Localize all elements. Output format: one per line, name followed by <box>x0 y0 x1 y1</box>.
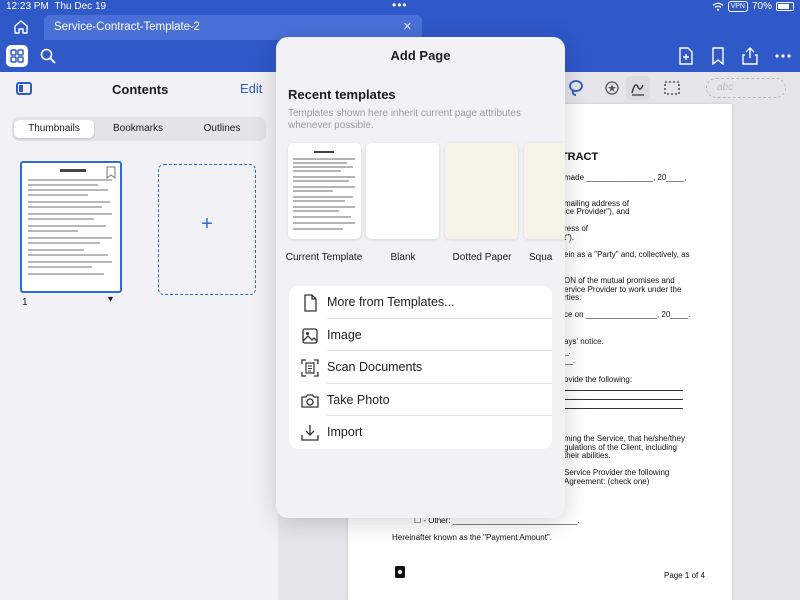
sidebar-segmented-control: Thumbnails Bookmarks Outlines <box>12 117 266 141</box>
doc-line: Agreement: (check one) <box>564 477 650 486</box>
template-blank[interactable] <box>366 143 439 239</box>
scan-icon <box>301 359 319 377</box>
battery-icon <box>776 2 794 11</box>
doc-line: ein as a "Party" and, collectively, as <box>564 250 690 259</box>
doc-line: _. <box>564 347 571 356</box>
doc-line: ice Provider"), and <box>564 207 630 216</box>
doc-line: ervice Provider to work under the <box>564 285 682 294</box>
status-time: 12:23 PM Thu Dec 19 <box>6 1 107 12</box>
page-footer: Page 1 of 4 <box>664 571 705 580</box>
bookmark-icon[interactable] <box>708 46 728 66</box>
doc-line: rties: <box>564 293 582 302</box>
template-dotted-paper[interactable] <box>445 143 518 239</box>
template-label: Blank <box>390 252 416 263</box>
close-tab-icon[interactable]: ✕ <box>403 20 412 33</box>
recent-templates-title: Recent templates <box>288 87 396 102</box>
home-icon[interactable] <box>10 18 32 36</box>
status-bar: 12:23 PM Thu Dec 19 ••• VPN 70% <box>0 0 800 14</box>
template-label: Squa <box>529 252 553 263</box>
popover-title: Add Page <box>390 48 451 63</box>
template-label: Current Template <box>285 252 363 263</box>
wifi-icon <box>712 2 724 11</box>
document-icon <box>304 294 317 312</box>
menu-import[interactable]: Import <box>289 416 552 449</box>
battery-percent: 70% <box>751 1 772 12</box>
document-tab-title: Service-Contract-Template 2 <box>54 21 200 33</box>
import-icon <box>301 425 319 442</box>
stamp-icon[interactable] <box>600 76 624 100</box>
add-page-icon[interactable] <box>676 46 696 66</box>
doc-line: ON of the mutual promises and <box>564 276 675 285</box>
doc-line: their abilities. <box>564 451 611 460</box>
recent-templates-description: Templates shown here inherit current pag… <box>288 108 521 131</box>
doc-rule <box>565 399 683 400</box>
text-field-tool[interactable]: abc <box>706 78 786 98</box>
menu-label: Image <box>327 327 362 342</box>
menu-more-templates[interactable]: More from Templates... <box>289 286 552 319</box>
menu-label: More from Templates... <box>327 295 455 309</box>
doc-line: Service Provider the following <box>564 468 670 477</box>
tab-outlines[interactable]: Outlines <box>182 120 262 138</box>
add-page-slot[interactable]: + <box>158 164 256 295</box>
doc-line: ce on ________________, 20____. <box>564 310 691 319</box>
doc-line: ays' notice. <box>564 337 604 346</box>
doc-line: __. <box>564 356 576 365</box>
popover-arrow <box>266 236 276 256</box>
app-logo-icon <box>395 566 405 578</box>
menu-label: Import <box>327 425 363 440</box>
contents-sidebar: Contents Edit Thumbnails Bookmarks Outli… <box>0 72 278 600</box>
search-icon[interactable] <box>38 46 58 66</box>
add-page-menu: More from Templates... Image Scan Docume… <box>289 286 552 449</box>
menu-label: Take Photo <box>327 392 390 407</box>
sidebar-title: Contents <box>112 82 169 97</box>
doc-rule <box>565 408 683 409</box>
annotation-toolbar: abc <box>556 74 800 102</box>
menu-take-photo[interactable]: Take Photo <box>289 384 552 417</box>
selection-rectangle-icon[interactable] <box>660 76 684 100</box>
thumbnail-bookmark-icon[interactable] <box>106 166 116 179</box>
multitask-dots[interactable]: ••• <box>392 0 408 12</box>
menu-image[interactable]: Image <box>289 319 552 352</box>
doc-line: made _______________, 20____, <box>564 173 687 182</box>
page-thumbnail[interactable] <box>20 161 122 293</box>
template-current[interactable] <box>288 143 361 239</box>
more-icon[interactable] <box>773 46 793 66</box>
signature-icon[interactable] <box>626 76 650 100</box>
doc-line: ming the Service, that he/she/they <box>564 434 685 443</box>
plus-icon: + <box>201 213 213 235</box>
template-label: Dotted Paper <box>452 252 512 263</box>
chevron-down-icon[interactable]: ▾ <box>108 294 113 305</box>
grid-view-icon[interactable] <box>6 45 28 67</box>
share-icon[interactable] <box>740 46 760 66</box>
menu-scan-documents[interactable]: Scan Documents <box>289 351 552 384</box>
doc-line: ress of <box>564 224 589 233</box>
chevron-down-icon[interactable]: ⌄ <box>188 20 196 31</box>
lasso-icon[interactable] <box>564 76 588 100</box>
edit-button[interactable]: Edit <box>240 81 262 96</box>
doc-rule <box>565 390 683 391</box>
camera-icon <box>301 394 319 408</box>
tab-thumbnails[interactable]: Thumbnails <box>14 120 94 138</box>
menu-label: Scan Documents <box>327 360 423 375</box>
page-number: 1 <box>22 297 28 308</box>
tab-bookmarks[interactable]: Bookmarks <box>98 120 178 138</box>
sidebar-toggle-icon[interactable] <box>16 82 32 95</box>
doc-line: ovide the following: <box>564 375 633 384</box>
doc-line: t"). <box>564 233 574 242</box>
doc-line: Hereinafter known as the "Payment Amount… <box>392 533 552 542</box>
status-right: VPN 70% <box>712 1 794 12</box>
image-icon <box>302 327 318 344</box>
vpn-badge: VPN <box>727 1 748 12</box>
add-page-popover: Add Page Recent templates Templates show… <box>276 37 565 518</box>
template-square[interactable] <box>524 143 565 239</box>
